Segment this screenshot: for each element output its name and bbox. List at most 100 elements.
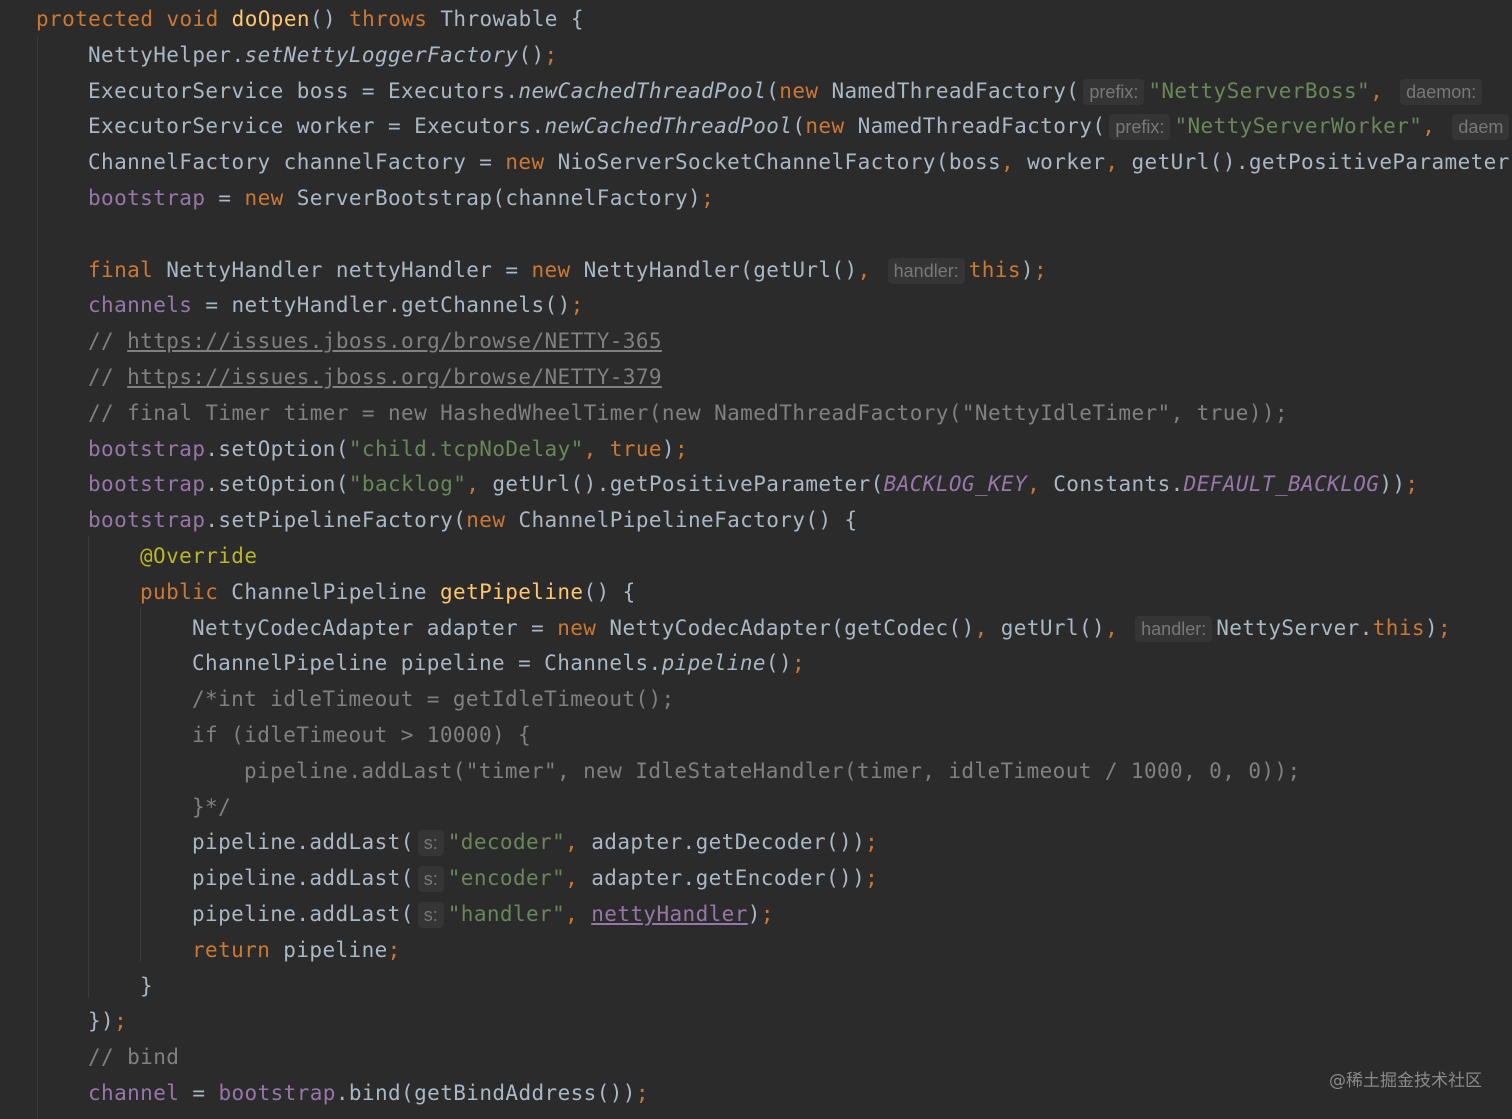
code-link[interactable]: https://issues.jboss.org/browse/NETTY-36… — [127, 329, 662, 353]
code-line[interactable]: } — [140, 968, 153, 1004]
code-token: bootstrap — [88, 436, 206, 461]
code-token: pipeline.addLast("timer", new IdleStateH… — [244, 758, 1301, 783]
inlay-hint: prefix: — [1109, 114, 1171, 141]
code-token: pipeline.addLast( — [192, 830, 414, 855]
code-line[interactable]: pipeline.addLast(s: "decoder", adapter.ge… — [192, 824, 878, 860]
code-token: "encoder" — [447, 866, 566, 891]
code-line[interactable]: @Override — [140, 538, 257, 574]
code-line[interactable]: // https://issues.jboss.org/browse/NETTY… — [88, 359, 662, 395]
code-line[interactable]: ChannelPipeline pipeline = Channels.pipe… — [192, 645, 805, 681]
code-line[interactable]: ExecutorService worker = Executors.newCa… — [88, 108, 1512, 144]
code-token: setNettyLoggerFactory — [244, 42, 519, 67]
code-token: () — [309, 7, 350, 31]
code-token: () { — [583, 579, 636, 604]
watermark: @稀土掘金技术社区 — [1329, 1071, 1482, 1091]
code-token: = — [179, 1081, 219, 1105]
code-line[interactable]: } — [36, 1111, 49, 1119]
code-line[interactable]: if (idleTimeout > 10000) { — [192, 717, 531, 753]
code-token: // final Timer timer = new HashedWheelTi… — [88, 400, 1288, 425]
code-line[interactable]: pipeline.addLast("timer", new IdleStateH… — [244, 753, 1301, 789]
code-token: , — [1027, 472, 1054, 497]
code-line[interactable]: channels = nettyHandler.getChannels(); — [88, 287, 584, 323]
code-token: ; — [387, 937, 401, 962]
code-token: pipeline.addLast( — [192, 866, 414, 891]
code-token: .setPipelineFactory( — [205, 508, 467, 533]
code-editor[interactable]: protected void doOpen() throws Throwable… — [0, 0, 1512, 1119]
code-token: ( — [792, 114, 806, 139]
code-token: bootstrap — [218, 1081, 336, 1105]
code-token[interactable]: nettyHandler — [591, 902, 748, 926]
code-line[interactable]: }*/ — [192, 789, 231, 825]
code-token: .bind(getBindAddress()) — [335, 1081, 636, 1105]
code-token: pipeline.addLast( — [192, 902, 414, 926]
inlay-hint: daemon: — [1400, 78, 1483, 105]
code-token: Throwable { — [427, 7, 584, 31]
inlay-hint: handler: — [1135, 615, 1213, 642]
code-line[interactable]: pipeline.addLast(s: "handler", nettyHandl… — [192, 896, 774, 932]
inlay-hint: daem — [1452, 114, 1510, 141]
code-link[interactable]: https://issues.jboss.org/browse/NETTY-37… — [127, 365, 662, 389]
code-line[interactable]: }); — [88, 1003, 127, 1039]
code-line[interactable]: bootstrap.setOption("backlog", getUrl().… — [88, 466, 1418, 502]
code-line[interactable]: final NettyHandler nettyHandler = new Ne… — [88, 252, 1047, 288]
indent-guide — [140, 608, 141, 962]
code-token: adapter.getDecoder()) — [591, 830, 866, 855]
code-line[interactable]: bootstrap = new ServerBootstrap(channelF… — [88, 180, 714, 216]
code-token: ChannelPipeline — [218, 579, 440, 604]
code-line[interactable]: ChannelFactory channelFactory = new NioS… — [88, 144, 1512, 180]
code-token: pipeline — [661, 651, 766, 676]
code-token: @Override — [140, 544, 258, 568]
code-token: "NettyServerWorker" — [1174, 114, 1423, 139]
code-token: ; — [1033, 257, 1047, 282]
code-token: final — [88, 257, 154, 282]
code-token: getPipeline — [440, 579, 584, 604]
code-token: DEFAULT_BACKLOG — [1183, 472, 1380, 497]
code-token: ; — [570, 293, 584, 318]
code-token: ) — [1020, 257, 1034, 282]
code-line[interactable]: bootstrap.setOption("child.tcpNoDelay", … — [88, 431, 688, 467]
code-line[interactable]: channel = bootstrap.bind(getBindAddress(… — [88, 1075, 649, 1111]
code-token: "decoder" — [447, 830, 566, 855]
code-token: , — [974, 615, 1001, 640]
code-token: ChannelPipeline pipeline = Channels. — [192, 651, 662, 676]
code-token: , — [857, 257, 884, 282]
code-token: ) — [747, 902, 761, 926]
code-token: , — [1370, 78, 1397, 103]
code-token: // — [88, 365, 128, 389]
code-token: , — [1105, 615, 1132, 640]
code-token: ServerBootstrap(channelFactory) — [283, 186, 702, 210]
code-line[interactable]: pipeline.addLast(s: "encoder", adapter.ge… — [192, 860, 878, 896]
code-line[interactable]: NettyCodecAdapter adapter = new NettyCod… — [192, 610, 1451, 646]
inlay-hint: s: — [417, 902, 444, 928]
code-line[interactable]: // https://issues.jboss.org/browse/NETTY… — [88, 323, 662, 359]
code-token: pipeline — [270, 937, 388, 962]
code-token: bootstrap — [88, 186, 206, 210]
code-token: bootstrap — [88, 508, 206, 533]
code-token: ; — [544, 42, 558, 67]
code-line[interactable]: return pipeline; — [192, 932, 401, 968]
code-token: ) — [661, 436, 675, 461]
code-token: ; — [865, 830, 879, 855]
code-line[interactable]: NettyHelper.setNettyLoggerFactory(); — [88, 37, 558, 73]
code-token: , true — [583, 436, 662, 461]
code-line[interactable]: ExecutorService boss = Executors.newCach… — [88, 73, 1486, 109]
code-line[interactable]: bootstrap.setPipelineFactory(new Channel… — [88, 502, 858, 538]
code-token: , — [466, 472, 493, 497]
code-line[interactable]: // final Timer timer = new HashedWheelTi… — [88, 395, 1288, 431]
code-token: , — [1422, 114, 1449, 139]
code-line[interactable]: public ChannelPipeline getPipeline() { — [140, 574, 636, 610]
code-token: NamedThreadFactory( — [844, 114, 1106, 139]
code-token: void — [166, 7, 219, 31]
code-token: = nettyHandler.getChannels() — [192, 293, 571, 318]
code-token: "handler" — [447, 902, 566, 926]
code-token: return — [192, 937, 271, 962]
code-line[interactable]: // bind — [88, 1039, 179, 1075]
inlay-hint: s: — [417, 866, 444, 893]
code-token: "NettyServerBoss" — [1148, 78, 1371, 103]
indent-guide — [37, 36, 38, 1119]
code-token: , — [1001, 150, 1028, 175]
code-token: worker — [1027, 150, 1106, 175]
code-token: () — [518, 42, 545, 67]
code-line[interactable]: protected void doOpen() throws Throwable… — [36, 1, 584, 37]
code-line[interactable]: /*int idleTimeout = getIdleTimeout(); — [192, 681, 675, 717]
